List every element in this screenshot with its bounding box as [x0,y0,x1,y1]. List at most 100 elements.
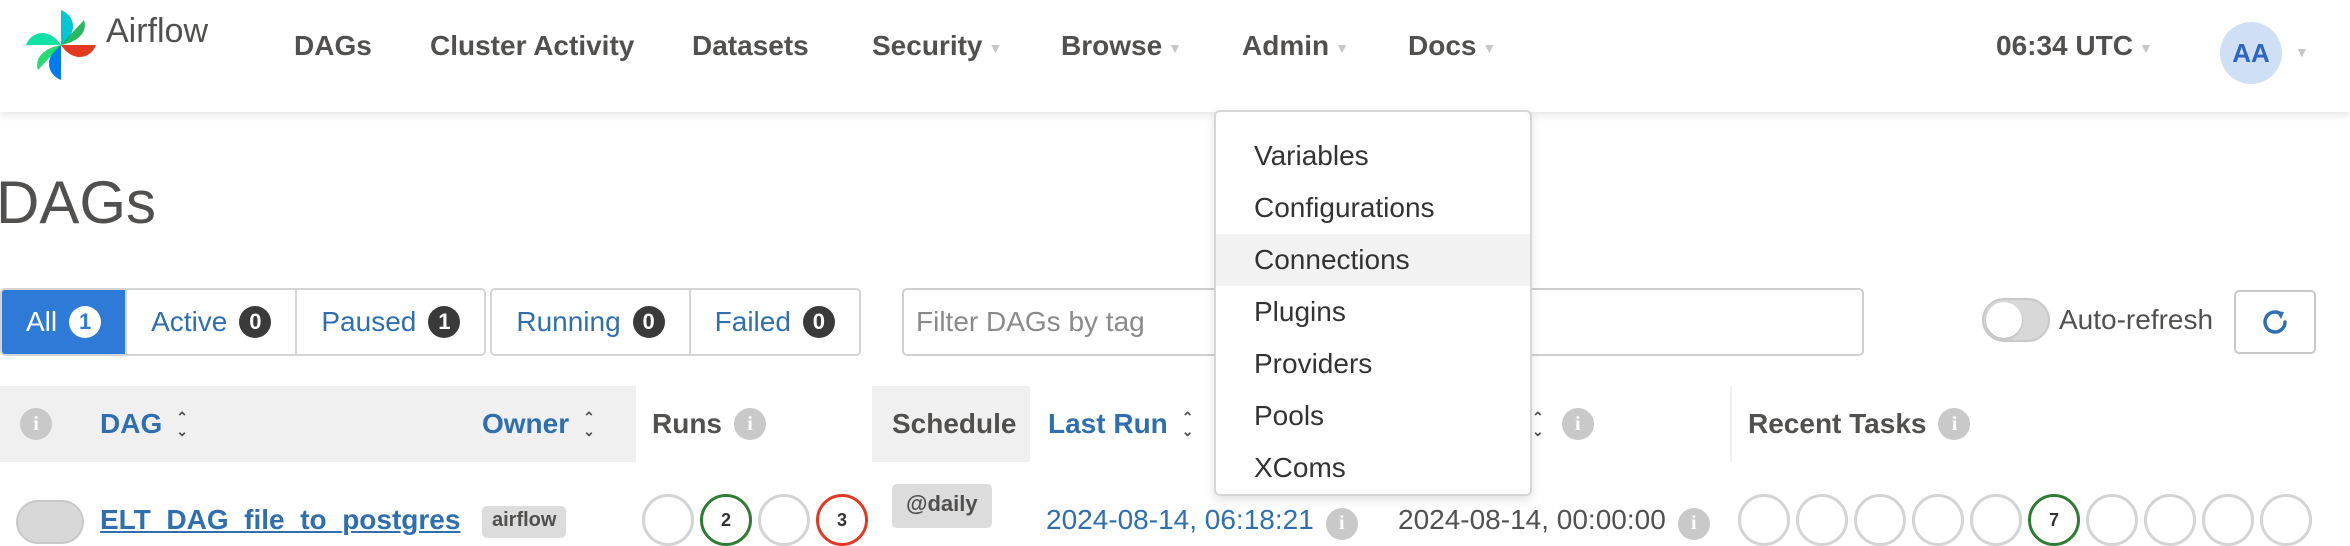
dags-table-header: i DAG ⌃ ⌄ Owner ⌃ ⌄ Runs i Schedule Last Run ⌃… [0,386,2350,462]
header-schedule-label: Schedule [892,408,1017,439]
header-last-run[interactable]: Last Run ⌃ ⌄ [1030,386,1218,462]
tab-running[interactable]: Running 0 [492,290,691,354]
last-run-text: 2024-08-14, 06:18:21 [1046,504,1314,535]
run-status-circle[interactable] [642,494,694,546]
tab-failed-label: Failed [714,306,791,337]
nav-docs[interactable]: Docs ▼ [1408,30,1496,62]
run-status-circle-success[interactable]: 2 [700,494,752,546]
airflow-pinwheel-logo-icon [26,10,96,80]
tab-paused-count: 1 [428,306,461,338]
info-icon[interactable]: i [1938,408,1971,440]
chevron-down-icon: ▼ [1482,39,1497,56]
nav-datasets[interactable]: Datasets [692,30,809,62]
status-tab-group: All 1 Active 0 Paused 1 [0,288,487,356]
page-title: DAGs [0,169,157,236]
sort-icon: ⌃ ⌄ [1532,409,1544,439]
header-dag[interactable]: DAG ⌃ ⌄ [100,386,188,462]
menu-item-plugins[interactable]: Plugins [1216,286,1530,338]
header-last-run-label: Last Run [1048,408,1168,439]
nav-browse-label: Browse [1061,30,1163,61]
auto-refresh-toggle[interactable] [1982,298,2050,342]
task-status-circle[interactable] [2086,494,2138,546]
nav-datasets-label: Datasets [692,30,809,61]
run-status-circle-failed[interactable]: 3 [816,494,868,546]
task-status-circle[interactable] [1912,494,1964,546]
tab-active-count: 0 [239,306,272,338]
tab-active-label: Active [151,306,228,337]
run-count: 2 [720,509,731,530]
clock-text: 06:34 UTC [1996,30,2133,61]
tab-failed-count: 0 [802,306,835,338]
refresh-icon [2263,310,2287,334]
tab-all[interactable]: All 1 [2,290,128,354]
chevron-down-icon[interactable]: ▼ [2295,44,2309,60]
sort-icon: ⌃ ⌄ [176,409,188,439]
nav-browse[interactable]: Browse ▼ [1061,30,1182,62]
user-initials: AA [2232,37,2270,68]
header-runs-label: Runs [652,408,722,439]
info-icon[interactable]: i [1677,507,1710,540]
chevron-down-icon: ▼ [988,39,1003,56]
tab-paused[interactable]: Paused 1 [297,290,485,354]
menu-item-pools[interactable]: Pools [1216,390,1530,442]
nav-cluster-activity-label: Cluster Activity [430,30,635,61]
header-recent-tasks-label: Recent Tasks [1748,408,1927,439]
tab-running-label: Running [516,306,621,337]
task-status-circle[interactable] [2202,494,2254,546]
owner-badge[interactable]: airflow [482,506,567,538]
brand[interactable]: Airflow [24,8,208,82]
clock-timezone[interactable]: 06:34 UTC ▼ [1996,30,2153,62]
sort-icon: ⌃ ⌄ [583,409,595,439]
header-recent-tasks: Recent Tasks i [1732,386,2350,462]
sort-icon: ⌃ ⌄ [1181,409,1194,439]
dag-pause-toggle[interactable] [16,500,84,544]
task-status-circle[interactable] [1854,494,1906,546]
header-owner[interactable]: Owner ⌃ ⌄ [482,386,595,462]
task-status-circle[interactable] [2260,494,2312,546]
admin-dropdown-menu: Variables Configurations Connections Plu… [1214,110,1532,496]
run-count: 3 [836,509,847,530]
user-avatar[interactable]: AA [2220,22,2282,84]
nav-security[interactable]: Security ▼ [872,30,1002,62]
info-icon[interactable]: i [734,408,766,440]
nav-docs-label: Docs [1408,30,1477,61]
next-run-text: 2024-08-14, 00:00:00 [1398,504,1666,535]
header-schedule: Schedule [892,386,1016,462]
task-status-circle[interactable] [2144,494,2196,546]
menu-item-xcoms[interactable]: XComs [1216,442,1530,494]
header-owner-label: Owner [482,408,570,439]
run-state-tab-group: Running 0 Failed 0 [490,288,861,356]
info-icon[interactable]: i [1561,408,1594,440]
tab-failed[interactable]: Failed 0 [690,290,859,354]
task-status-circle[interactable] [1738,494,1790,546]
brand-name: Airflow [106,11,209,50]
toggle-knob [1986,302,2022,338]
refresh-button[interactable] [2234,290,2316,354]
task-status-circle-success[interactable]: 7 [2028,494,2080,546]
menu-item-variables[interactable]: Variables [1216,130,1530,182]
menu-item-configurations[interactable]: Configurations [1216,182,1530,234]
task-status-circle[interactable] [1970,494,2022,546]
chevron-down-icon: ▼ [1168,39,1183,56]
tab-all-count: 1 [69,306,102,338]
chevron-down-icon: ▼ [2138,39,2153,56]
menu-item-connections[interactable]: Connections [1216,234,1530,286]
info-icon[interactable]: i [20,408,52,440]
nav-cluster-activity[interactable]: Cluster Activity [430,30,634,62]
dag-id-link[interactable]: ELT_DAG_file_to_postgres [100,504,460,536]
header-next-run[interactable]: ⌃ ⌄ i [1530,386,1730,462]
run-status-circle[interactable] [758,494,810,546]
chevron-down-icon: ▼ [1335,39,1349,56]
nav-admin[interactable]: Admin ▼ [1242,30,1349,62]
task-status-circle[interactable] [1796,494,1848,546]
top-navbar: Airflow DAGs Cluster Activity Datasets S… [0,0,2350,112]
info-icon[interactable]: i [1325,507,1358,540]
tab-running-count: 0 [632,306,665,338]
nav-dags[interactable]: DAGs [294,30,372,62]
nav-security-label: Security [872,30,983,61]
tab-active[interactable]: Active 0 [127,290,298,354]
tab-paused-label: Paused [321,306,417,337]
schedule-badge[interactable]: @daily [892,484,992,528]
nav-dags-label: DAGs [294,30,372,61]
menu-item-providers[interactable]: Providers [1216,338,1530,390]
